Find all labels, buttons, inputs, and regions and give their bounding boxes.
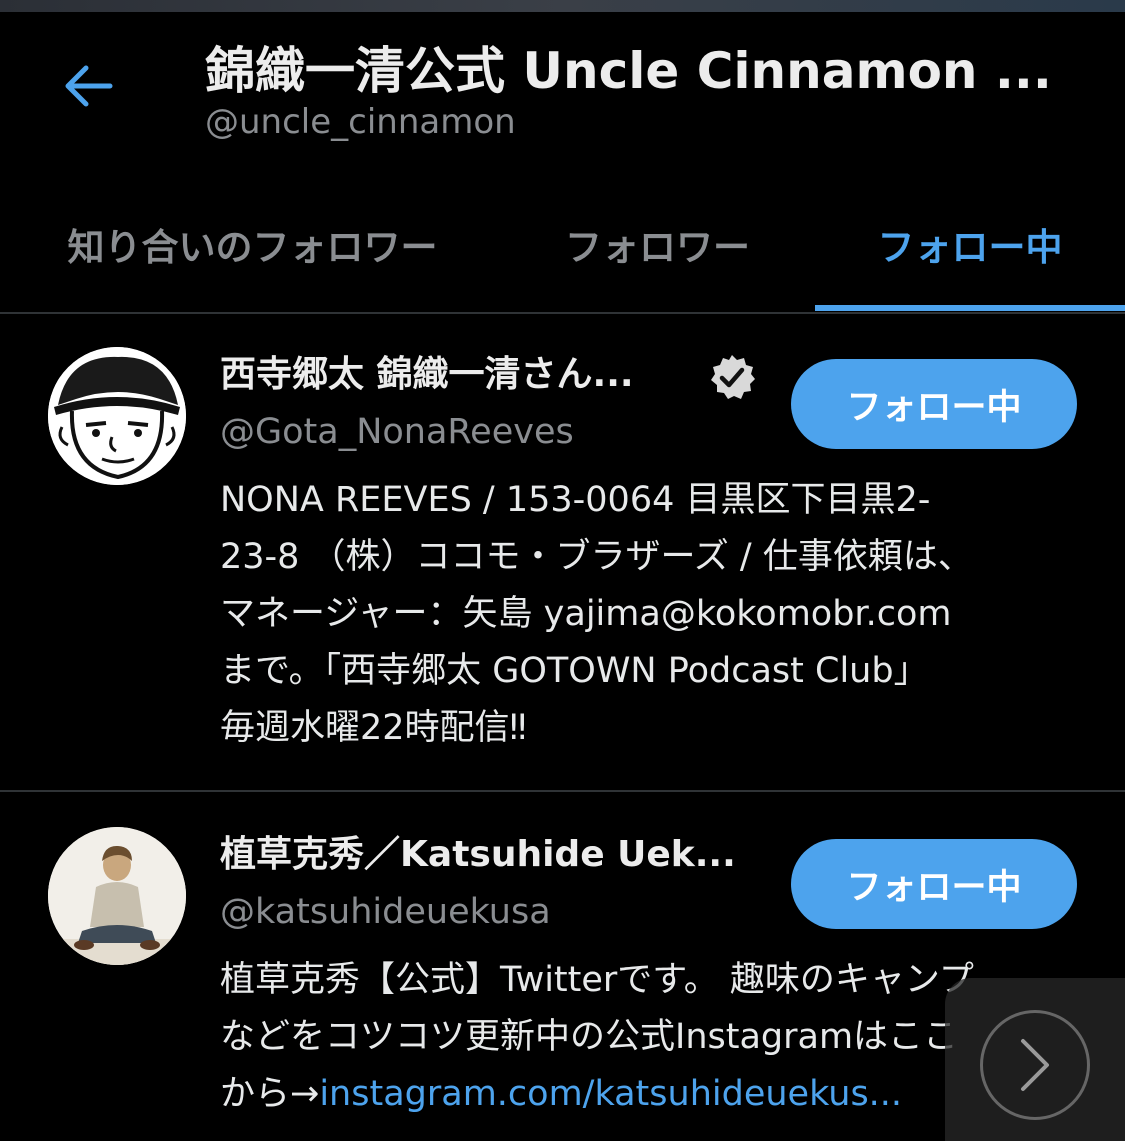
user-display-name: 植草克秀／Katsuhide Uek...: [220, 834, 736, 875]
user-handle: @katsuhideuekusa: [220, 892, 551, 932]
tab-known-followers[interactable]: 知り合いのフォロワー: [30, 180, 475, 308]
avatar[interactable]: [48, 347, 186, 485]
next-button[interactable]: [980, 1010, 1090, 1120]
user-display-name: 西寺郷太 錦織一清さん...: [220, 354, 634, 395]
avatar[interactable]: [48, 827, 186, 965]
row-divider: [0, 790, 1125, 792]
tab-following[interactable]: フォロー中: [815, 180, 1125, 308]
user-list-item[interactable]: 西寺郷太 錦織一清さん... @Gota_NonaReeves フォロー中 NO…: [0, 315, 1125, 791]
following-button[interactable]: フォロー中: [791, 359, 1077, 449]
chevron-right-icon: [1021, 1039, 1049, 1091]
bio-link[interactable]: instagram.com/katsuhideuekus...: [319, 1074, 902, 1114]
account-handle: @uncle_cinnamon: [205, 102, 516, 142]
user-bio: NONA REEVES / 153-0064 目黒区下目黒2- 23-8 （株）…: [220, 480, 973, 748]
user-handle: @Gota_NonaReeves: [220, 412, 574, 452]
cartoon-face-avatar-image: [48, 347, 186, 485]
tab-followers[interactable]: フォロワー: [520, 180, 795, 308]
page-title: 錦織一清公式 Uncle Cinnamon ...: [205, 42, 1052, 100]
active-tab-indicator: [815, 305, 1125, 311]
verified-badge-icon: [711, 355, 755, 399]
top-window-strip: [0, 0, 1125, 12]
back-arrow-icon: [65, 65, 113, 107]
follow-tabs: 知り合いのフォロワー フォロワー フォロー中: [0, 180, 1125, 313]
person-photo-avatar-image: [48, 827, 186, 965]
following-button[interactable]: フォロー中: [791, 839, 1077, 929]
back-button[interactable]: [58, 56, 118, 116]
profile-header: 錦織一清公式 Uncle Cinnamon ... @uncle_cinnamo…: [0, 12, 1125, 172]
tabs-divider: [0, 312, 1125, 314]
